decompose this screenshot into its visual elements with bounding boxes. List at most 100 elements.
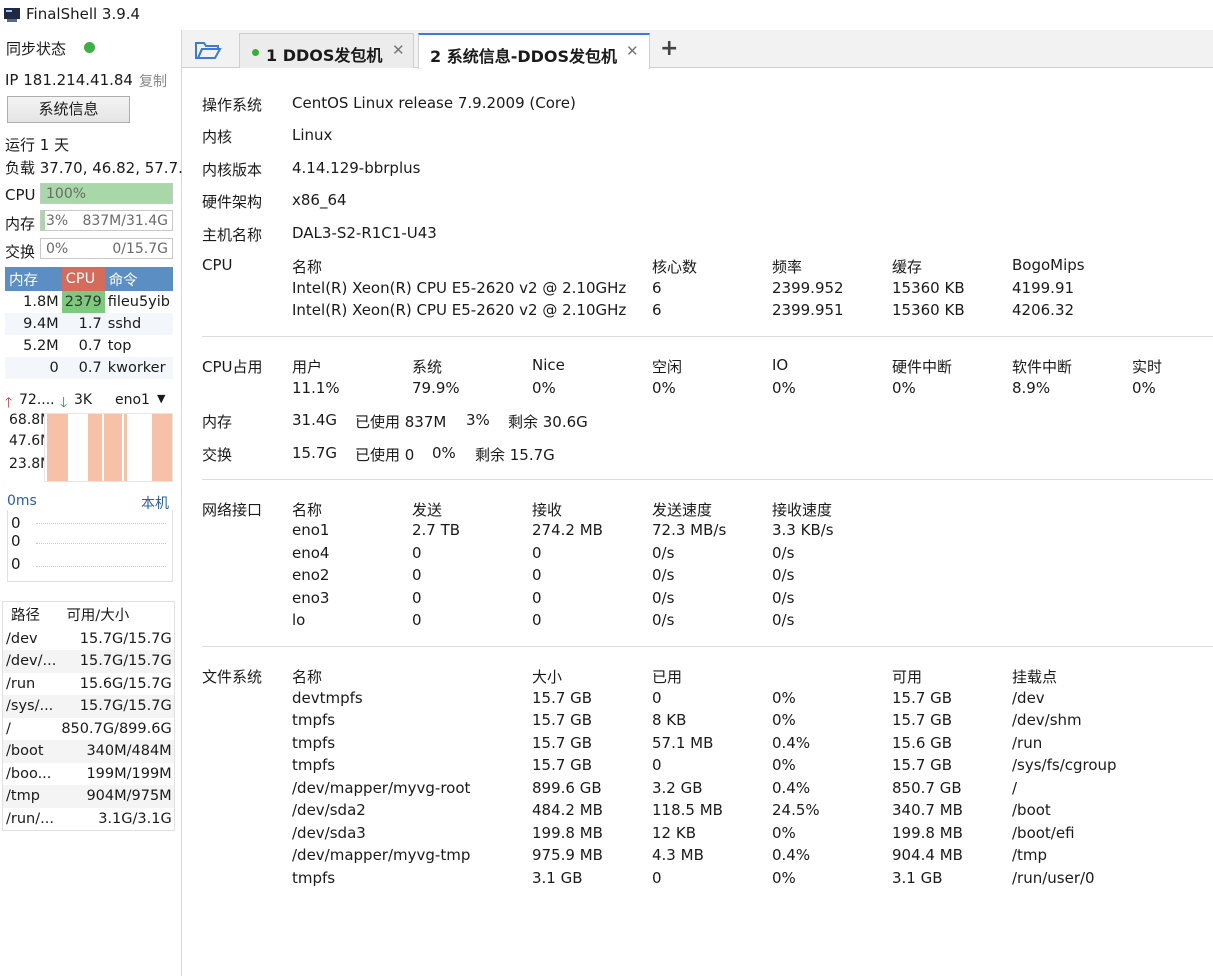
- fs-used: 0: [652, 869, 662, 887]
- ping-value: 0: [11, 532, 21, 550]
- table-row[interactable]: 5.2M 0.7 top: [5, 335, 173, 357]
- fs-size: 484.2 MB: [532, 801, 603, 819]
- mem-free: 剩余 30.6G: [508, 413, 588, 431]
- folder-icon[interactable]: [194, 39, 222, 61]
- fs-avail: 15.6 GB: [892, 734, 953, 752]
- system-info-button[interactable]: 系统信息: [7, 96, 130, 123]
- swap-meter: 0% 0/15.7G: [40, 238, 173, 259]
- divider: [202, 646, 1213, 647]
- fs-name: /dev/sda3: [292, 824, 366, 842]
- table-row[interactable]: /dev 15.7G/15.7G: [3, 628, 175, 651]
- proc-cmd: top: [107, 338, 132, 354]
- net-recv: 0: [532, 544, 542, 562]
- table-row[interactable]: /run/... 3.1G/3.1G: [3, 808, 175, 831]
- proc-mem: 1.8M: [23, 294, 59, 310]
- disk-path: /dev/...: [2, 650, 59, 673]
- mem-meter-fill: [41, 211, 45, 230]
- usage-system: 79.9%: [412, 379, 460, 397]
- disk-size: 199M/199M: [86, 765, 172, 782]
- proc-mem: 9.4M: [5, 313, 62, 335]
- fs-avail: 340.7 MB: [892, 801, 963, 819]
- table-row[interactable]: /boot 340M/484M: [2, 740, 175, 763]
- fs-used: 0: [652, 756, 662, 774]
- fs-size: 975.9 MB: [532, 846, 603, 864]
- traffic-bar: [124, 414, 127, 481]
- usage-header-io: IO: [772, 356, 789, 374]
- add-tab-button[interactable]: +: [660, 36, 678, 61]
- net-name: eno4: [292, 544, 330, 562]
- fs-mount: /boot/efi: [1012, 824, 1075, 842]
- disk-table: 路径 可用/大小 /dev 15.7G/15.7G /dev/... 15.7G/1…: [2, 601, 175, 831]
- chevron-down-icon[interactable]: ▼: [157, 392, 165, 405]
- net-header-name: 名称: [292, 501, 323, 519]
- net-sent: 0: [412, 566, 422, 584]
- usage-header-idle: 空闲: [652, 358, 683, 376]
- proc-cmd: sshd: [104, 313, 173, 335]
- fs-avail: 15.7 GB: [892, 756, 953, 774]
- table-row[interactable]: /boo... 199M/199M: [3, 763, 175, 786]
- disk-path: /: [6, 720, 11, 737]
- close-icon[interactable]: ✕: [392, 41, 405, 59]
- table-row[interactable]: /tmp 904M/975M: [2, 785, 175, 808]
- fs-size: 3.1 GB: [532, 869, 583, 887]
- cpu-percent: 100%: [46, 186, 87, 202]
- fs-header-size: 大小: [532, 668, 563, 686]
- table-row[interactable]: 0 0.7 kworker: [5, 357, 173, 379]
- proc-mem: 5.2M: [23, 338, 59, 354]
- table-row[interactable]: /sys/... 15.7G/15.7G: [2, 695, 175, 718]
- disk-size: 3.1G/3.1G: [98, 810, 172, 827]
- net-name: eno1: [292, 521, 330, 539]
- table-row[interactable]: /run 15.6G/15.7G: [3, 673, 175, 696]
- usage-header-nice: Nice: [532, 356, 565, 374]
- tab-label: 2 系统信息-DDOS发包机: [430, 47, 618, 66]
- net-send-speed: 0/s: [652, 589, 675, 607]
- disk-path: /tmp: [2, 785, 59, 808]
- proc-header-cpu[interactable]: CPU: [61, 267, 105, 291]
- connected-dot: [252, 49, 259, 56]
- cpu-header-bogomips: BogoMips: [1012, 256, 1085, 274]
- disk-header-size[interactable]: 可用/大小: [58, 601, 175, 628]
- table-row[interactable]: / 850.7G/899.6G: [3, 718, 175, 741]
- hostname-label: 主机名称: [202, 226, 263, 244]
- fs-mount: /boot: [1012, 801, 1051, 819]
- fs-used: 4.3 MB: [652, 846, 704, 864]
- copy-ip-button[interactable]: 复制: [139, 71, 167, 91]
- proc-header-cmd[interactable]: 命令: [104, 267, 173, 291]
- mem-meter: 3% 837M/31.4G: [40, 210, 173, 231]
- fs-name: tmpfs: [292, 711, 336, 729]
- usage-header-system: 系统: [412, 358, 443, 376]
- network-label: 网络接口: [202, 501, 263, 519]
- cpu-cores: 6: [652, 301, 662, 319]
- net-name: eno2: [292, 566, 330, 584]
- fs-used: 0: [652, 689, 662, 707]
- net-interface-select[interactable]: eno1: [115, 392, 150, 408]
- fs-used-percent: 0.4%: [772, 779, 811, 797]
- close-icon[interactable]: ✕: [626, 42, 639, 60]
- table-row[interactable]: 1.8M 2379 fileu5yib: [5, 291, 173, 313]
- table-row[interactable]: /dev/... 15.7G/15.7G: [2, 650, 175, 673]
- proc-header-mem[interactable]: 内存: [5, 267, 62, 291]
- traffic-bar: [47, 414, 68, 481]
- fs-used: 8 KB: [652, 711, 687, 729]
- fs-name: tmpfs: [292, 756, 336, 774]
- tab-system-info[interactable]: 2 系统信息-DDOS发包机 ✕: [418, 33, 650, 69]
- fs-used: 12 KB: [652, 824, 696, 842]
- fs-used-percent: 0%: [772, 824, 796, 842]
- fs-used-percent: 24.5%: [772, 801, 820, 819]
- disk-path: /boot: [2, 740, 59, 763]
- disk-header-path[interactable]: 路径: [2, 601, 59, 628]
- swap-label: 交换: [5, 243, 36, 261]
- table-row[interactable]: 9.4M 1.7 sshd: [5, 313, 173, 335]
- divider: [202, 336, 1213, 337]
- ping-graph: 0 0 0: [7, 510, 173, 582]
- fs-mount: /run: [1012, 734, 1043, 752]
- usage-softirq: 8.9%: [1012, 379, 1051, 397]
- net-recv-speed: 0/s: [772, 566, 795, 584]
- net-sent: 0: [412, 589, 422, 607]
- sync-status-dot: [84, 42, 95, 53]
- swap-label: 交换: [202, 446, 233, 464]
- ping-latency: 0ms: [7, 493, 37, 509]
- swap-used: 已使用 0: [355, 446, 415, 464]
- usage-user: 11.1%: [292, 379, 340, 397]
- tab-ddos[interactable]: 1 DDOS发包机 ✕: [239, 33, 414, 68]
